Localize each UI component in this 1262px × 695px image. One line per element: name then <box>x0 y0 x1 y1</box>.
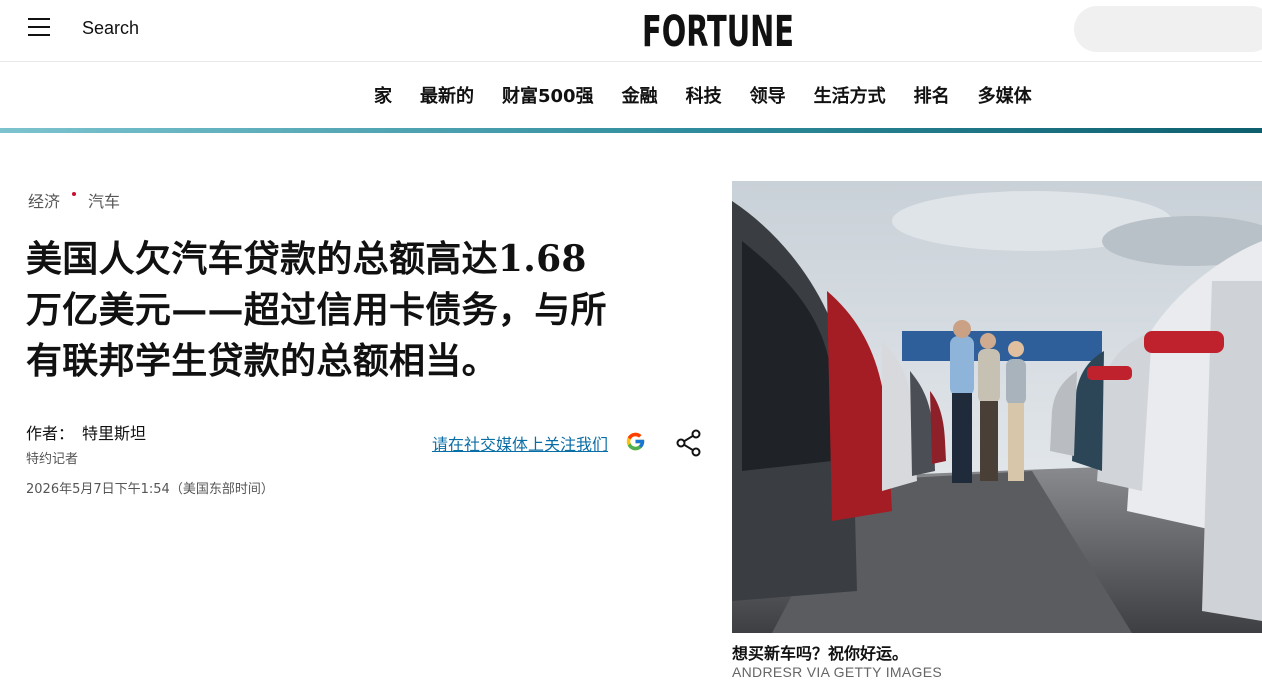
breadcrumb-autos[interactable]: 汽车 <box>88 188 120 212</box>
headline-line-2: 万亿美元——超过信用卡债务，与所 <box>26 289 607 331</box>
hero-image <box>732 181 1262 633</box>
image-credit: ANDRESR VIA GETTY IMAGES <box>732 664 942 680</box>
google-icon[interactable] <box>625 431 646 452</box>
menu-icon[interactable] <box>28 18 50 36</box>
headline-line-3: 有联邦学生贷款的总额相当。 <box>26 340 498 382</box>
nav-item-home[interactable]: 家 <box>374 82 392 108</box>
follow-on-social-link[interactable]: 请在社交媒体上关注我们 <box>432 431 608 455</box>
section-nav: 家 最新的 财富500强 金融 科技 领导 生活方式 排名 多媒体 <box>0 62 1262 128</box>
author-prefix: 作者： <box>26 424 75 443</box>
nav-list: 家 最新的 财富500强 金融 科技 领导 生活方式 排名 多媒体 <box>374 62 1032 128</box>
share-icon[interactable] <box>676 429 702 457</box>
nav-item-rankings[interactable]: 排名 <box>914 82 950 108</box>
header-pill-button[interactable] <box>1074 6 1262 52</box>
nav-item-latest[interactable]: 最新的 <box>420 82 474 108</box>
logo-wordmark: FORTUNE <box>642 7 794 52</box>
nav-item-lifestyle[interactable]: 生活方式 <box>814 82 886 108</box>
top-bar: Search FORTUNE <box>0 0 1262 62</box>
search-button[interactable]: Search <box>82 18 139 39</box>
author-role: 特约记者 <box>26 452 79 467</box>
article-headline: 美国人欠汽车贷款的总额高达1.68 万亿美元——超过信用卡债务，与所 有联邦学生… <box>26 234 716 387</box>
nav-item-leadership[interactable]: 领导 <box>750 82 786 108</box>
publish-timestamp: 2026年5月7日下午1:54（美国东部时间） <box>26 482 274 497</box>
byline: 作者： 特里斯坦 <box>26 420 146 444</box>
image-caption: 想买新车吗？祝你好运。 <box>732 644 909 663</box>
fortune-logo[interactable]: FORTUNE <box>642 6 794 52</box>
nav-item-finance[interactable]: 金融 <box>622 82 658 108</box>
author-name-link[interactable]: 特里斯坦 <box>82 424 146 443</box>
breadcrumb-separator <box>72 192 77 196</box>
nav-item-multimedia[interactable]: 多媒体 <box>978 82 1032 108</box>
nav-item-tech[interactable]: 科技 <box>686 82 722 108</box>
nav-item-fortune500[interactable]: 财富500强 <box>502 82 594 108</box>
headline-line-1: 美国人欠汽车贷款的总额高达1.68 <box>26 238 587 280</box>
breadcrumb-economy[interactable]: 经济 <box>28 188 60 212</box>
breadcrumb: 经济 汽车 <box>28 188 120 212</box>
nav-accent-bar <box>0 128 1262 133</box>
